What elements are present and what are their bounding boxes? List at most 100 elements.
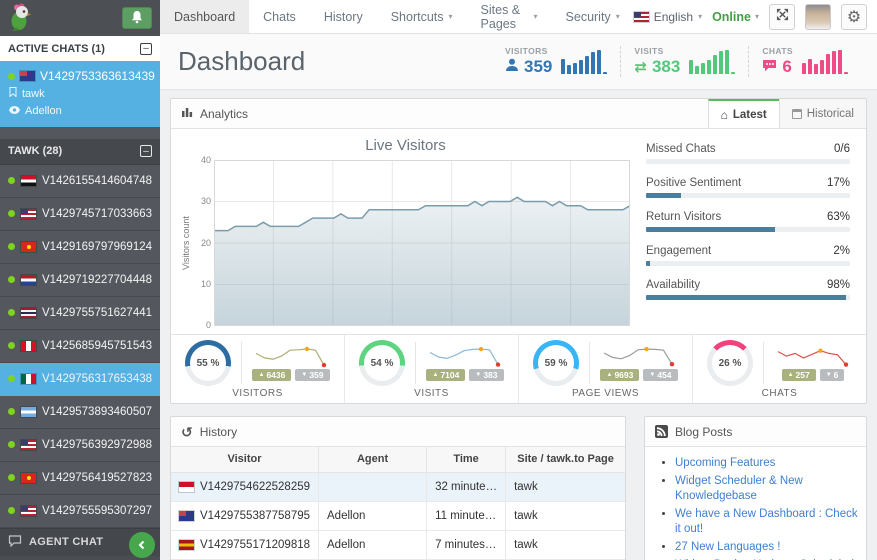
user-avatar[interactable] <box>805 4 831 30</box>
sidebar-chat-item[interactable]: V1429719227704448 <box>0 264 160 297</box>
gauge-page-views: 59 %▲9693▼454PAGE VIEWS <box>518 335 692 403</box>
analytics-panel: Analytics ⌂LatestHistorical Live Visitor… <box>170 98 867 404</box>
up-triangle-icon: ▲ <box>606 372 612 378</box>
donut-gauge: 59 % <box>533 340 579 386</box>
sidebar-chat-item[interactable]: V1429755751627441 <box>0 297 160 330</box>
online-dot-icon <box>8 441 15 448</box>
collapse-sidebar-button[interactable] <box>129 532 155 558</box>
analytics-panel-title: Analytics <box>181 106 248 121</box>
sidebar-header <box>0 0 160 36</box>
status-selector[interactable]: Online ▾ <box>712 10 759 24</box>
metric-progress-track <box>646 193 850 198</box>
sidebar-chat-item[interactable]: V1429745717033663 <box>0 198 160 231</box>
metric-value: 0/6 <box>834 143 850 155</box>
egypt-flag-icon <box>21 176 36 186</box>
nav-tab-security[interactable]: Security▾ <box>552 0 634 33</box>
gauge-badges: ▲7104▼383 <box>426 369 503 381</box>
chat-visitor-id: V1429745717033663 <box>42 208 152 220</box>
up-badge: ▲257 <box>782 369 816 381</box>
sidebar-chat-item[interactable]: V1429756392972988 <box>0 429 160 462</box>
mini-bar <box>713 55 717 74</box>
sidebar-chat-item[interactable]: V1426155414604748 <box>0 165 160 198</box>
blog-post-link[interactable]: 27 New Languages ! <box>675 541 781 553</box>
nav-tab-sites-pages[interactable]: Sites & Pages▾ <box>467 0 552 33</box>
active-chat-item[interactable]: V1429753363613439 tawk Adellon <box>0 61 160 127</box>
bottom-row: ↺ History VisitorAgentTimeSite / tawk.to… <box>170 416 867 560</box>
y-tick-label: 40 <box>194 156 211 165</box>
mini-bar-chart <box>802 50 848 74</box>
analytics-body: Live Visitors Visitors count 403020100 M… <box>171 129 866 334</box>
blog-post-item: 27 New Languages ! <box>675 540 866 555</box>
blog-post-link[interactable]: We have a New Dashboard : Check it out! <box>675 508 858 535</box>
chat-visitor-id: V1425685945751543 <box>42 340 152 352</box>
nav-tab-label: History <box>324 10 363 24</box>
column-header-visitor[interactable]: Visitor <box>171 447 319 472</box>
column-header-time[interactable]: Time <box>427 447 506 472</box>
chat-visitor-id: V1429719227704448 <box>42 274 152 286</box>
language-label: English <box>654 10 693 24</box>
nav-tab-history[interactable]: History <box>310 0 377 33</box>
down-triangle-icon: ▼ <box>475 372 481 378</box>
visitor-chat-list: V1426155414604748 V1429745717033663 V14291… <box>0 165 160 528</box>
table-row[interactable]: V142975462252825932 minute…tawk <box>171 472 625 501</box>
top-navigation: Dashboard Chats History Shortcuts▾Sites & P… <box>160 0 877 34</box>
gauges-row: 55 %▲6436▼359VISITORS54 %▲7104▼383VISITS… <box>171 334 866 403</box>
chat-visitor-id: V1429756419527823 <box>42 472 152 484</box>
online-dot-icon <box>8 474 15 481</box>
chat-icon <box>762 57 777 77</box>
gauge-visits: 54 %▲7104▼383VISITS <box>344 335 518 403</box>
flag-canton <box>21 209 28 214</box>
metric-row: Missed Chats0/6 <box>646 143 850 155</box>
mini-bar-chart <box>689 50 735 74</box>
chat-visitor-id: V1426155414604748 <box>42 175 152 187</box>
sidebar-chat-item[interactable]: V1429755595307297 <box>0 495 160 528</box>
visitor-cell-wrap: V1429754622528259 <box>171 472 319 501</box>
y-tick-label: 10 <box>194 280 211 289</box>
mini-bar <box>725 50 729 74</box>
site-cell: tawk <box>506 530 625 559</box>
metric-label: Positive Sentiment <box>646 177 741 189</box>
table-row[interactable]: V1429755171209818Adellon7 minutes…tawk <box>171 530 625 559</box>
fullscreen-button[interactable] <box>769 4 795 30</box>
column-header-site[interactable]: Site / tawk.to Page <box>506 447 625 472</box>
mini-bar <box>832 51 836 74</box>
nav-tab-shortcuts[interactable]: Shortcuts▾ <box>377 0 467 33</box>
sidebar-footer <box>0 556 160 560</box>
online-dot-icon <box>8 210 15 217</box>
tab-historical[interactable]: Historical <box>779 99 866 128</box>
stat-label: VISITS <box>634 46 680 56</box>
status-label: Online <box>712 10 751 24</box>
collapse-icon[interactable]: – <box>140 145 152 157</box>
blog-post-link[interactable]: Upcoming Features <box>675 457 775 469</box>
indonesia-flag-icon <box>179 482 194 492</box>
flag-star <box>27 245 31 249</box>
column-header-agent[interactable]: Agent <box>319 447 427 472</box>
blog-post-item: We have a New Dashboard : Check it out! <box>675 507 866 537</box>
chevron-down-icon: ▾ <box>534 12 538 21</box>
blog-posts-panel: Blog Posts Upcoming FeaturesWidget Sched… <box>644 416 867 560</box>
nav-tab-chats[interactable]: Chats <box>249 0 310 33</box>
sidebar-chat-item[interactable]: V1429756317653438 <box>0 363 160 396</box>
header-stat-visits: VISITS⇄383 <box>620 46 748 77</box>
settings-button[interactable]: ⚙ <box>841 4 867 30</box>
blog-post-list: Upcoming Features Widget Scheduler & New … <box>675 456 866 560</box>
collapse-icon[interactable]: – <box>140 43 152 55</box>
blog-post-link[interactable]: Widget Scheduler & New Knowledgebase <box>675 475 803 502</box>
mini-bar <box>814 64 818 73</box>
table-row[interactable]: V1429755387758795Adellon11 minute…tawk <box>171 501 625 530</box>
app-root: ACTIVE CHATS (1) – V1429753363613439 taw… <box>0 0 877 560</box>
sidebar-chat-item[interactable]: V1429169797969124 <box>0 231 160 264</box>
nav-tab-label: Dashboard <box>174 10 235 24</box>
sidebar-chat-item[interactable]: V1425685945751543 <box>0 330 160 363</box>
nav-tab-dashboard[interactable]: Dashboard <box>160 0 249 33</box>
usa-flag-icon <box>21 506 36 516</box>
tawk-group-header[interactable]: TAWK (28) – <box>0 139 160 165</box>
active-chats-section-header[interactable]: ACTIVE CHATS (1) – <box>0 36 160 61</box>
notification-bell-button[interactable] <box>122 7 152 29</box>
mini-bar <box>838 50 842 74</box>
language-selector[interactable]: English ▾ <box>634 10 702 24</box>
tab-latest[interactable]: ⌂Latest <box>708 99 779 128</box>
divider <box>415 342 416 384</box>
sidebar-chat-item[interactable]: V1429756419527823 <box>0 462 160 495</box>
sidebar-chat-item[interactable]: V1429573893460507 <box>0 396 160 429</box>
